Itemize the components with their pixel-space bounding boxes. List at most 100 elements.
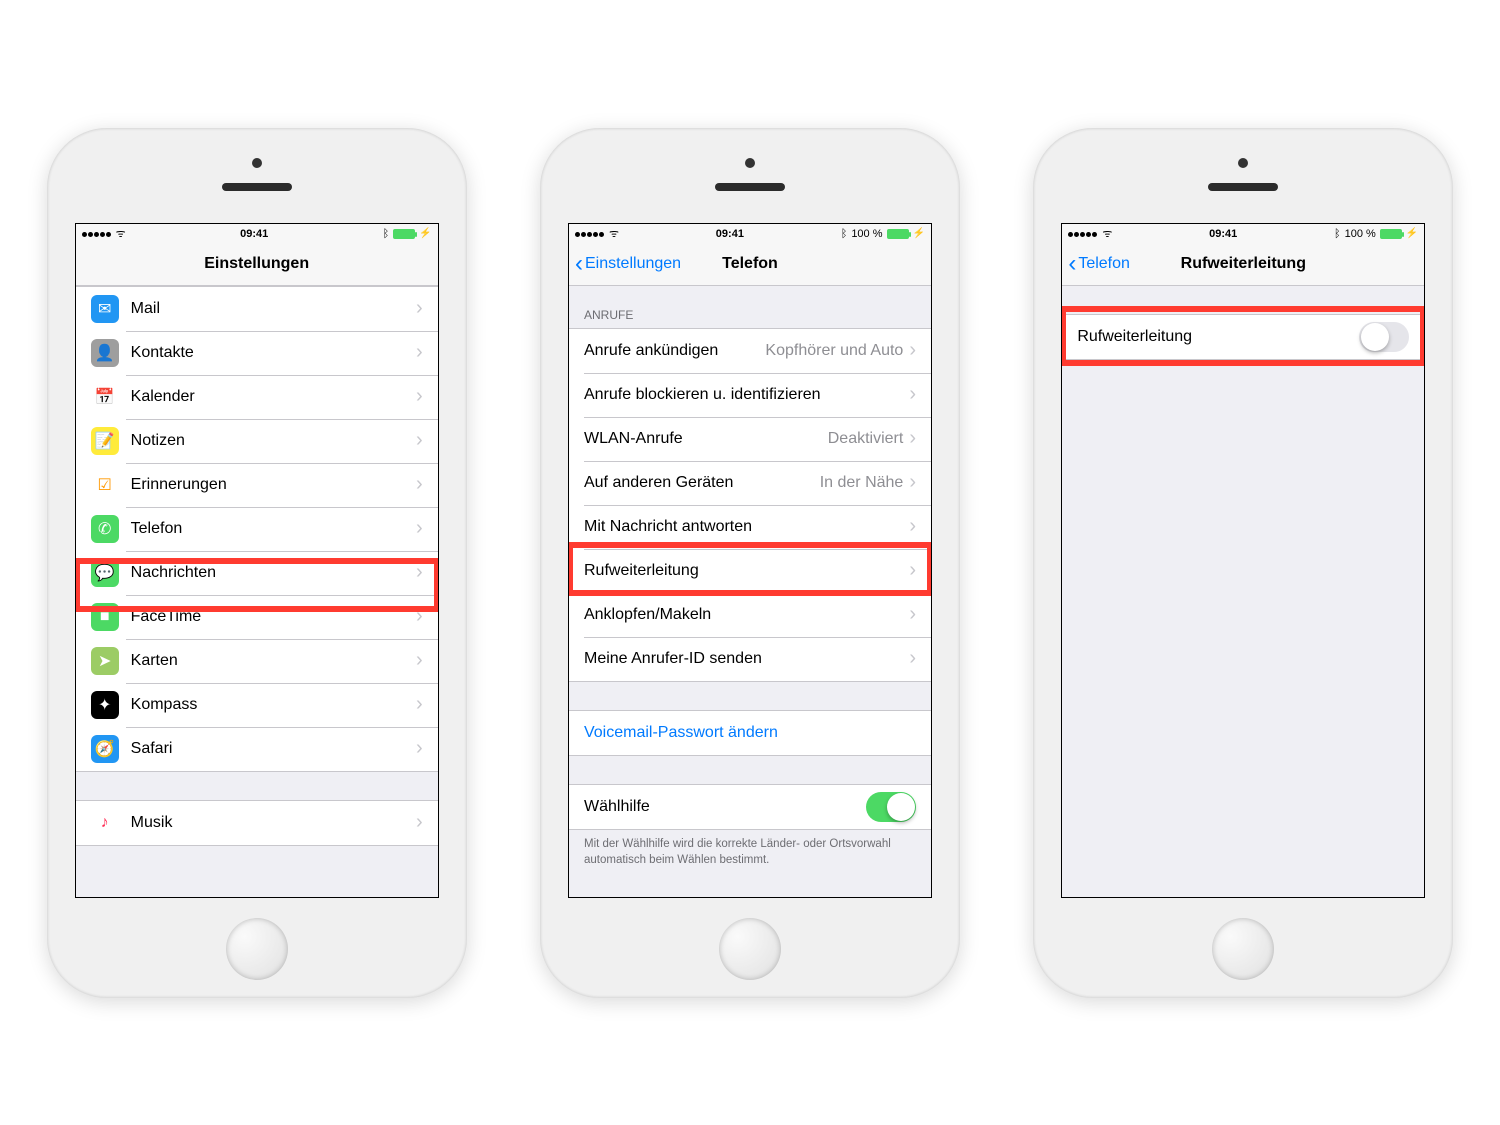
- chevron-right-icon: ›: [416, 429, 423, 452]
- battery-text: 100 %: [1345, 228, 1376, 240]
- nav-bar: ‹ Einstellungen Telefon: [569, 244, 931, 286]
- status-bar: ᯤ 09:41 ᛒ ⚡: [76, 224, 438, 244]
- chevron-right-icon: ›: [909, 339, 916, 362]
- row-kontakte[interactable]: 👤 Kontakte›: [76, 331, 438, 375]
- forwarding-list[interactable]: Rufweiterleitung: [1062, 286, 1424, 897]
- row-telefon[interactable]: ✆ Telefon›: [76, 507, 438, 551]
- cell-label: WLAN-Anrufe: [584, 430, 828, 448]
- nav-title: Rufweiterleitung: [1181, 255, 1306, 273]
- nav-bar: Einstellungen: [76, 244, 438, 286]
- erinnerungen-icon: ☑: [91, 471, 119, 499]
- chevron-right-icon: ›: [416, 385, 423, 408]
- kompass-icon: ✦: [91, 691, 119, 719]
- section-header-calls: ANRUFE: [569, 286, 931, 328]
- cell-label: Erinnerungen: [131, 476, 416, 494]
- signal-icon: [82, 228, 112, 240]
- bluetooth-icon: ᛒ: [1334, 228, 1341, 240]
- back-button[interactable]: ‹ Telefon: [1068, 244, 1130, 285]
- telefon-icon: ✆: [91, 515, 119, 543]
- row-wlan-anrufe[interactable]: WLAN-AnrufeDeaktiviert ›: [569, 417, 931, 461]
- home-button[interactable]: [719, 918, 781, 980]
- kalender-icon: 📅: [91, 383, 119, 411]
- row-facetime[interactable]: ■FaceTime›: [76, 595, 438, 639]
- chevron-right-icon: ›: [416, 341, 423, 364]
- cell-label: Kontakte: [131, 344, 416, 362]
- musik-icon: ♪: [91, 809, 119, 837]
- chevron-right-icon: ›: [416, 693, 423, 716]
- chevron-right-icon: ›: [909, 603, 916, 626]
- home-button[interactable]: [226, 918, 288, 980]
- status-time: 09:41: [240, 228, 268, 240]
- camera-dot: [1238, 158, 1248, 168]
- speaker-slot: [222, 183, 292, 191]
- screen-forwarding: ᯤ 09:41 ᛒ 100 % ⚡ ‹ Telefon Rufweiterlei…: [1061, 223, 1425, 898]
- cell-label: Mit Nachricht antworten: [584, 518, 909, 536]
- cell-detail: Kopfhörer und Auto: [765, 342, 903, 360]
- row-kompass[interactable]: ✦ Kompass›: [76, 683, 438, 727]
- cell-label: Mail: [131, 300, 416, 318]
- chevron-right-icon: ›: [416, 649, 423, 672]
- cell-label: Karten: [131, 652, 416, 670]
- row-mail[interactable]: ✉Mail›: [76, 287, 438, 331]
- cell-label: Auf anderen Geräten: [584, 474, 820, 492]
- settings-list[interactable]: ✉Mail›👤Kontakte›📅Kalender›📝Notizen›☑Erin…: [76, 286, 438, 897]
- row-nachrichten[interactable]: 💬Nachrichten›: [76, 551, 438, 595]
- row-anrufe-ank-ndigen[interactable]: Anrufe ankündigenKopfhörer und Auto ›: [569, 329, 931, 373]
- charging-icon: ⚡: [913, 228, 925, 239]
- screen-telefon: ᯤ 09:41 ᛒ 100 % ⚡ ‹ Einstellungen Telefo…: [568, 223, 932, 898]
- toggle-call-forwarding[interactable]: [1359, 322, 1409, 352]
- row-erinnerungen[interactable]: ☑Erinnerungen›: [76, 463, 438, 507]
- row-voicemail-password[interactable]: Voicemail-Passwort ändern: [569, 711, 931, 755]
- chevron-right-icon: ›: [909, 383, 916, 406]
- wifi-icon: ᯤ: [116, 226, 126, 241]
- row-karten[interactable]: ➤Karten›: [76, 639, 438, 683]
- row-call-forwarding[interactable]: Rufweiterleitung: [1062, 315, 1424, 359]
- row-rufweiterleitung[interactable]: Rufweiterleitung›: [569, 549, 931, 593]
- screen-settings: ᯤ 09:41 ᛒ ⚡ Einstellungen ✉Mail› 👤 Kontakt…: [75, 223, 439, 898]
- facetime-icon: ■: [91, 603, 119, 631]
- iphone-frame-1: ᯤ 09:41 ᛒ ⚡ Einstellungen ✉Mail› 👤 Kontakt…: [47, 128, 467, 998]
- row-anrufe-blockieren-u-identifizieren[interactable]: Anrufe blockieren u. identifizieren›: [569, 373, 931, 417]
- row-notizen[interactable]: 📝Notizen›: [76, 419, 438, 463]
- cell-label: Anrufe ankündigen: [584, 342, 765, 360]
- back-label: Einstellungen: [585, 255, 681, 273]
- cell-detail: In der Nähe: [820, 474, 904, 492]
- chevron-right-icon: ›: [416, 517, 423, 540]
- battery-text: 100 %: [851, 228, 882, 240]
- cell-label: Musik: [131, 814, 416, 832]
- charging-icon: ⚡: [1406, 228, 1418, 239]
- cell-detail: Deaktiviert: [828, 430, 904, 448]
- chevron-right-icon: ›: [909, 427, 916, 450]
- cell-label: Safari: [131, 740, 416, 758]
- row-mit-nachricht-antworten[interactable]: Mit Nachricht antworten›: [569, 505, 931, 549]
- row-musik[interactable]: ♪Musik›: [76, 801, 438, 845]
- chevron-left-icon: ‹: [575, 252, 583, 276]
- chevron-right-icon: ›: [909, 471, 916, 494]
- camera-dot: [745, 158, 755, 168]
- telefon-list[interactable]: ANRUFE Anrufe ankündigenKopfhörer und Au…: [569, 286, 931, 897]
- iphone-frame-3: ᯤ 09:41 ᛒ 100 % ⚡ ‹ Telefon Rufweiterlei…: [1033, 128, 1453, 998]
- back-button[interactable]: ‹ Einstellungen: [575, 244, 681, 285]
- chevron-right-icon: ›: [909, 559, 916, 582]
- nachrichten-icon: 💬: [91, 559, 119, 587]
- row-safari[interactable]: 🧭Safari›: [76, 727, 438, 771]
- chevron-left-icon: ‹: [1068, 252, 1076, 276]
- row-auf-anderen-ger-ten[interactable]: Auf anderen GerätenIn der Nähe ›: [569, 461, 931, 505]
- toggle-dial-assist[interactable]: [866, 792, 916, 822]
- row-meine-anrufer-id-senden[interactable]: Meine Anrufer-ID senden›: [569, 637, 931, 681]
- row-dial-assist[interactable]: Wählhilfe: [569, 785, 931, 829]
- signal-icon: [575, 228, 605, 240]
- home-button[interactable]: [1212, 918, 1274, 980]
- chevron-right-icon: ›: [416, 737, 423, 760]
- row-anklopfen-makeln[interactable]: Anklopfen/Makeln›: [569, 593, 931, 637]
- row-kalender[interactable]: 📅Kalender›: [76, 375, 438, 419]
- bluetooth-icon: ᛒ: [841, 228, 848, 240]
- charging-icon: ⚡: [419, 228, 431, 239]
- chevron-right-icon: ›: [416, 605, 423, 628]
- cell-label: Telefon: [131, 520, 416, 538]
- wifi-icon: ᯤ: [609, 226, 619, 241]
- cell-label: Kompass: [131, 696, 416, 714]
- nav-title: Einstellungen: [204, 255, 309, 273]
- cell-label: Rufweiterleitung: [1077, 328, 1359, 346]
- kontakte-icon: 👤: [91, 339, 119, 367]
